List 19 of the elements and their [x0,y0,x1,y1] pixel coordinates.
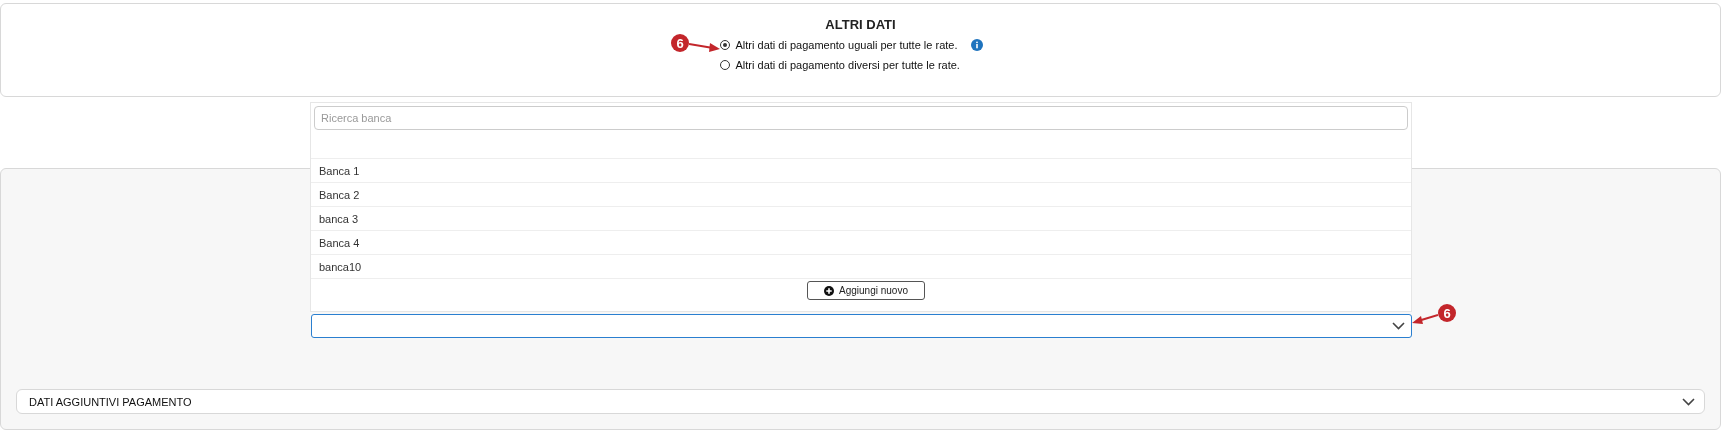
dropdown-option[interactable]: Banca 1 [311,159,1411,183]
dropdown-option[interactable]: Banca 2 [311,183,1411,207]
dropdown-option[interactable]: Banca 4 [311,231,1411,255]
section-title: ALTRI DATI [825,17,896,32]
search-field[interactable]: Ricerca banca [314,106,1408,130]
arrow-icon [689,41,721,53]
dropdown-option[interactable]: banca 3 [311,207,1411,231]
radio-label: Altri dati di pagamento uguali per tutte le rate. [735,39,958,51]
dropdown-option[interactable]: banca10 [311,255,1411,279]
add-new-button[interactable]: Aggiungi nuovo [807,281,925,300]
plus-circle-icon [824,285,834,296]
chevron-down-icon [1392,322,1405,330]
chevron-down-icon [1682,397,1695,406]
accordion-title: DATI AGGIUNTIVI PAGAMENTO [29,395,192,408]
accordion-header[interactable]: DATI AGGIUNTIVI PAGAMENTO [16,389,1705,414]
arrow-icon [1412,313,1438,325]
bank-select[interactable] [311,314,1412,338]
info-icon[interactable] [971,39,984,51]
radio-label: Altri dati di pagamento diversi per tutte le rate. [735,59,960,71]
